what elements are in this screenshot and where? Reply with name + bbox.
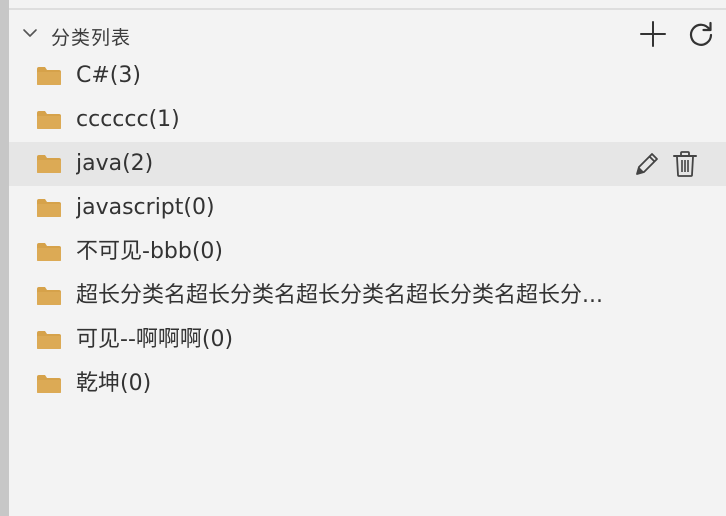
category-label: javascript(0) (76, 195, 215, 220)
pencil-icon (636, 153, 658, 175)
folder-icon (37, 287, 61, 305)
category-item-selected[interactable]: java(2) (9, 142, 726, 186)
category-label: C#(3) (76, 63, 141, 88)
edit-category-button[interactable] (631, 148, 663, 180)
left-resize-rail[interactable] (0, 0, 9, 516)
category-label: cccccc(1) (76, 107, 180, 132)
category-list: C#(3) cccccc(1) java(2) javascript(0) 不可… (9, 54, 726, 406)
trash-icon (673, 151, 697, 177)
folder-icon (37, 67, 61, 85)
section-title: 分类列表 (51, 27, 132, 49)
category-label: 超长分类名超长分类名超长分类名超长分类名超长分... (76, 283, 603, 308)
category-item[interactable]: C#(3) (9, 54, 726, 98)
app-window: 分类列表 C#(3) cccccc(1) java(2) javascript(… (0, 0, 726, 516)
folder-icon (37, 375, 61, 393)
folder-icon (37, 331, 61, 349)
category-item[interactable]: 超长分类名超长分类名超长分类名超长分类名超长分... (9, 274, 726, 318)
category-item[interactable]: cccccc(1) (9, 98, 726, 142)
category-item[interactable]: javascript(0) (9, 186, 726, 230)
refresh-icon (689, 21, 713, 46)
category-section-header[interactable]: 分类列表 (9, 18, 726, 50)
category-panel: 分类列表 C#(3) cccccc(1) java(2) javascript(… (9, 10, 726, 516)
delete-category-button[interactable] (669, 148, 701, 180)
folder-icon (37, 155, 61, 173)
category-label: 不可见-bbb(0) (76, 239, 223, 264)
folder-icon (37, 111, 61, 129)
category-label: java(2) (76, 151, 154, 176)
category-item[interactable]: 不可见-bbb(0) (9, 230, 726, 274)
chevron-down-icon[interactable] (21, 24, 39, 42)
add-category-button[interactable] (637, 18, 669, 50)
category-item[interactable]: 可见--啊啊啊(0) (9, 318, 726, 362)
category-label: 乾坤(0) (76, 371, 152, 396)
category-item[interactable]: 乾坤(0) (9, 362, 726, 406)
folder-icon (37, 199, 61, 217)
folder-icon (37, 243, 61, 261)
category-label: 可见--啊啊啊(0) (76, 327, 234, 352)
plus-icon (640, 21, 666, 47)
refresh-button[interactable] (685, 18, 717, 50)
